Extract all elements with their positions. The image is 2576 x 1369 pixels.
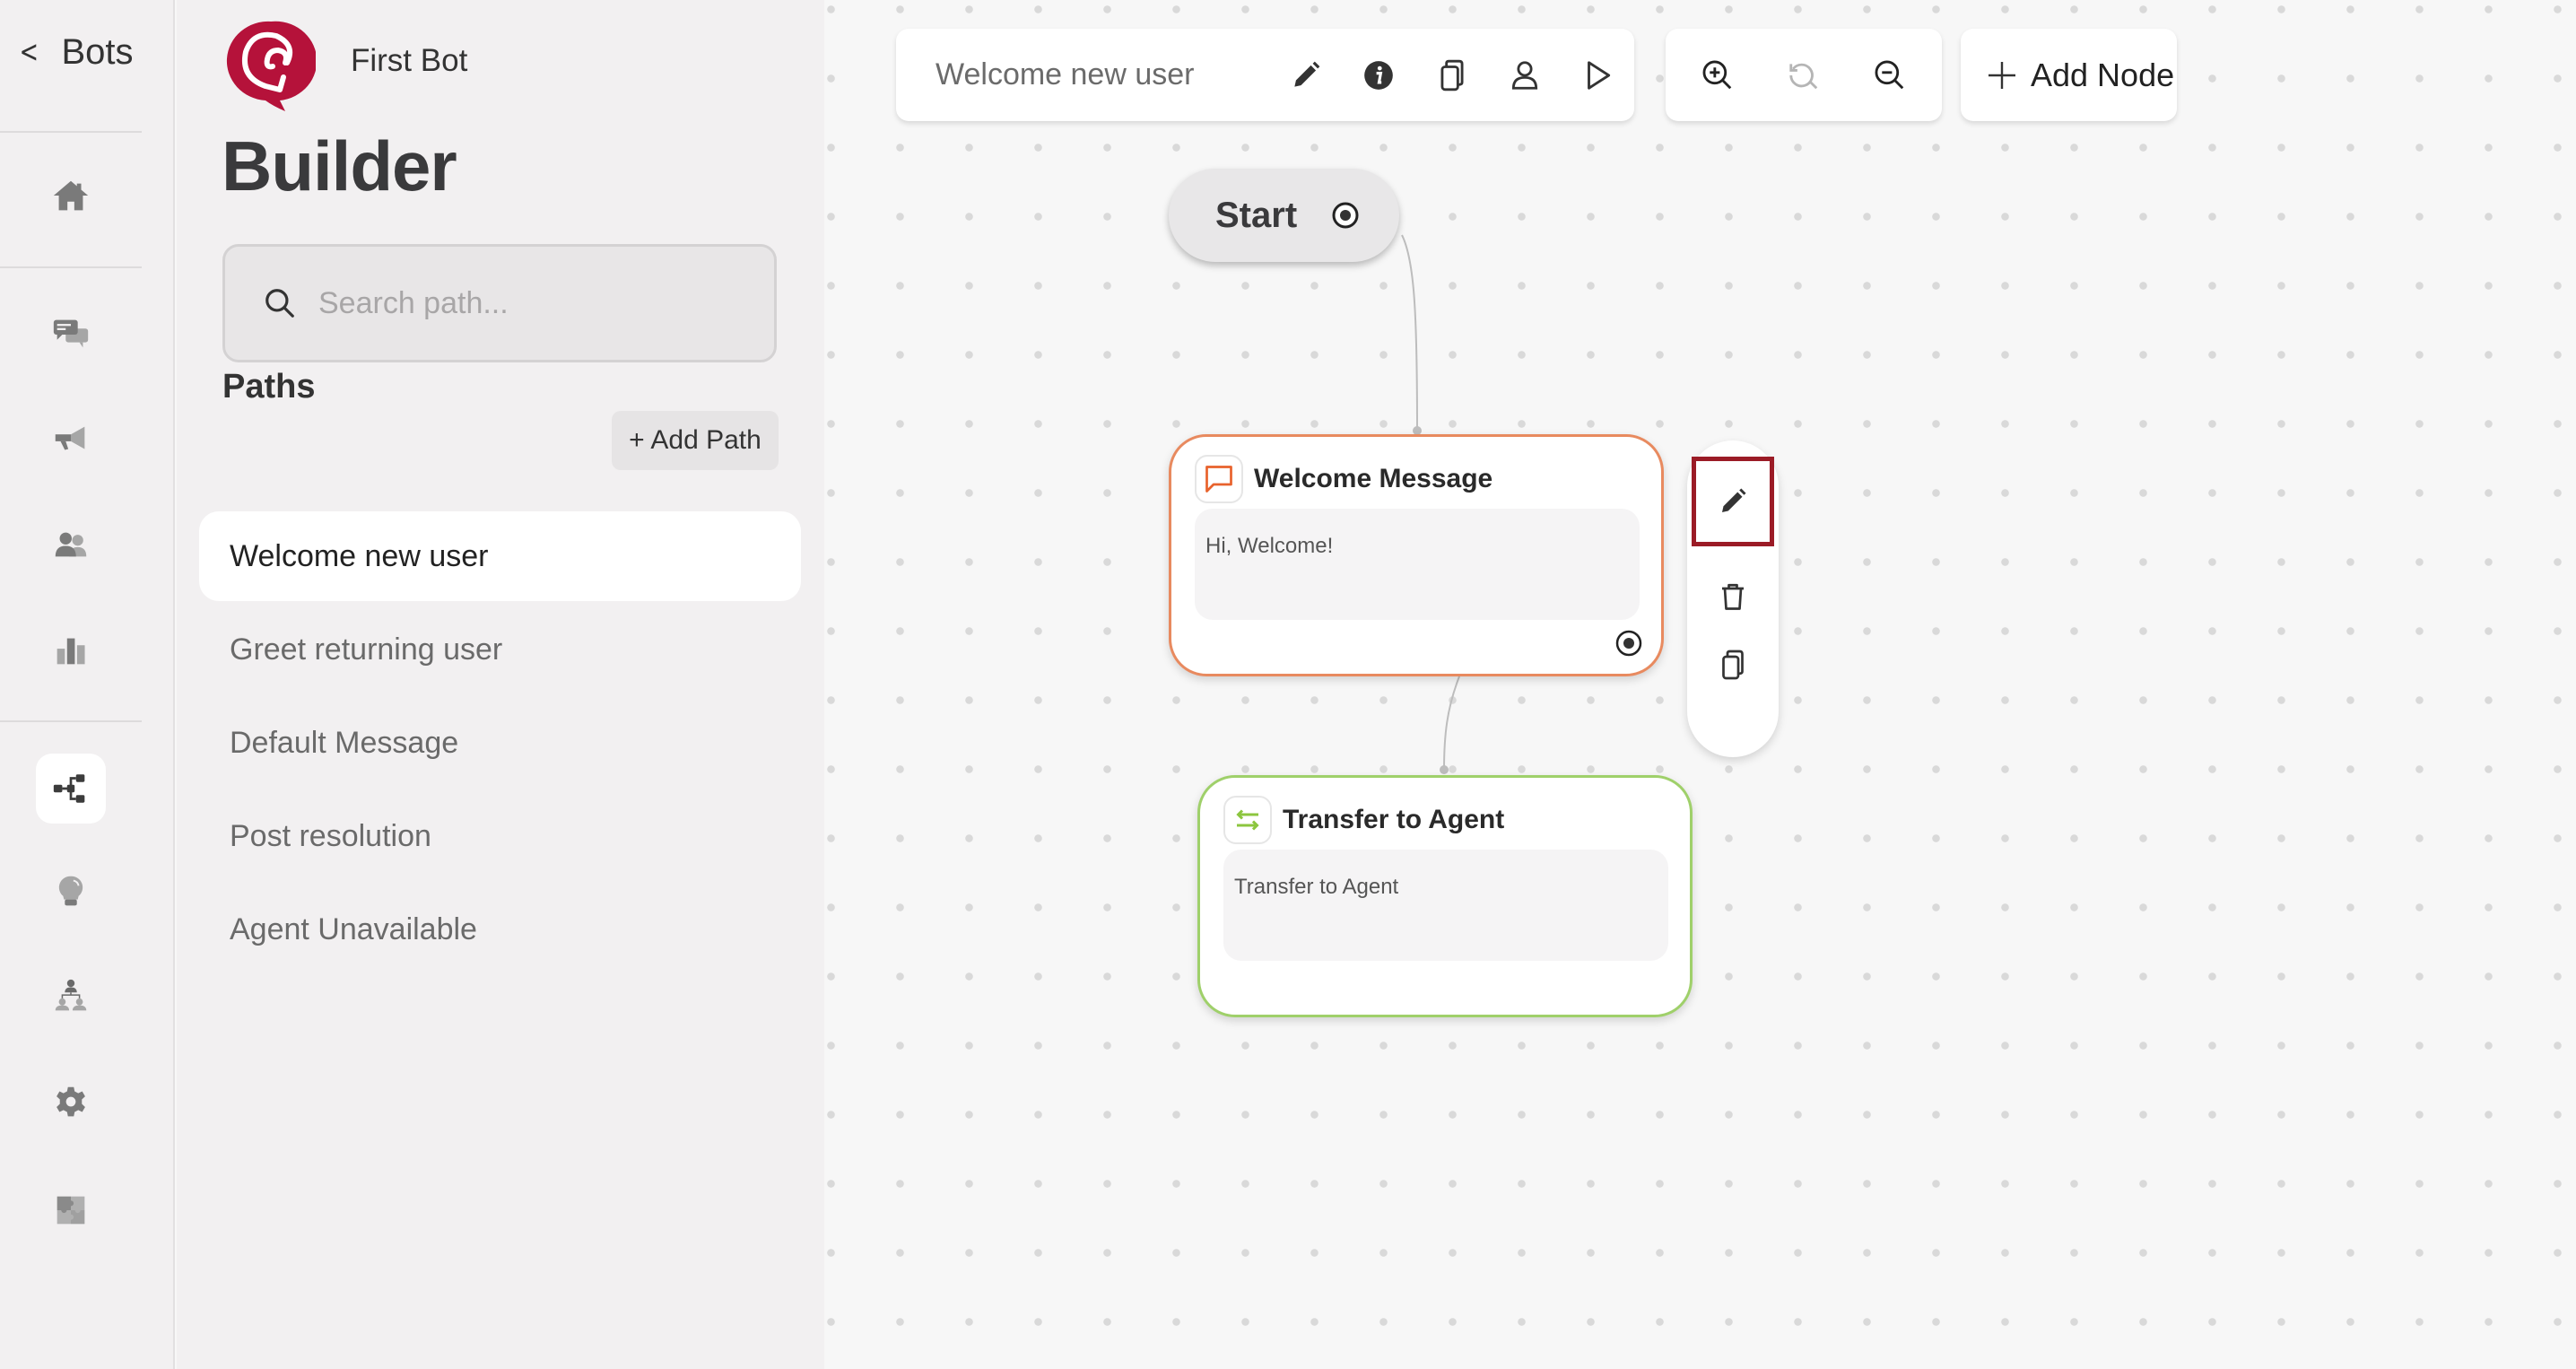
user-icon — [1511, 60, 1538, 90]
puzzle-icon — [57, 1196, 85, 1225]
zoom-out-button[interactable] — [1852, 38, 1928, 113]
users-icon — [55, 532, 87, 557]
path-item-greet-returning-user[interactable]: Greet returning user — [199, 605, 801, 694]
page-title: Builder — [222, 126, 457, 205]
zoom-in-icon — [1702, 60, 1732, 89]
duplicate-path-button[interactable] — [1415, 38, 1488, 113]
divider — [0, 266, 142, 268]
sidebar-item-agents[interactable] — [36, 962, 106, 1032]
test-user-button[interactable] — [1488, 38, 1561, 113]
chat-bubbles-icon — [53, 319, 89, 348]
info-button[interactable] — [1342, 38, 1414, 113]
sidebar-item-home[interactable] — [36, 161, 106, 231]
bot-name: First Bot — [351, 43, 468, 78]
trash-icon — [1722, 583, 1744, 610]
run-path-button[interactable] — [1562, 38, 1634, 113]
transfer-to-agent-node[interactable]: Transfer to Agent Transfer to Agent — [1197, 775, 1693, 1017]
divider — [0, 720, 142, 722]
path-item-default-message[interactable]: Default Message — [199, 698, 801, 788]
zoom-out-icon — [1875, 60, 1904, 89]
edit-node-button[interactable] — [1692, 457, 1774, 546]
path-item-post-resolution[interactable]: Post resolution — [199, 791, 801, 881]
start-node[interactable]: Start — [1169, 169, 1399, 262]
search-path-field[interactable] — [222, 244, 777, 362]
gear-icon — [57, 1086, 85, 1117]
node-title: Transfer to Agent — [1283, 805, 1505, 834]
info-icon — [1364, 60, 1393, 90]
flow-canvas[interactable]: Welcome new user Add Node Start Welcome … — [824, 0, 2576, 1369]
connector-welcome-to-transfer — [1443, 676, 1460, 771]
current-path-name: Welcome new user — [936, 57, 1195, 92]
search-path-input[interactable] — [318, 285, 749, 321]
path-item-agent-unavailable[interactable]: Agent Unavailable — [199, 885, 801, 974]
sidebar-item-analytics[interactable] — [36, 615, 106, 685]
chevron-left-icon: < — [19, 34, 39, 70]
sidebar-item-settings[interactable] — [36, 1068, 106, 1138]
add-path-button[interactable]: + Add Path — [612, 411, 779, 470]
connector-start-to-welcome — [1401, 234, 1418, 432]
home-icon — [53, 180, 89, 211]
sidebar-item-builder[interactable] — [36, 754, 106, 824]
path-item-welcome-new-user[interactable]: Welcome new user — [199, 511, 801, 601]
delete-node-button[interactable] — [1692, 561, 1774, 632]
sidebar-item-conversations[interactable] — [36, 299, 106, 369]
lightbulb-icon — [58, 876, 83, 906]
bar-chart-icon — [57, 638, 85, 665]
brand-logo — [226, 21, 316, 111]
add-node-button[interactable]: Add Node — [1961, 29, 2177, 121]
pencil-icon — [1722, 488, 1746, 512]
sidebar-item-knowledge[interactable] — [36, 857, 106, 927]
connector-endpoint — [1440, 765, 1449, 774]
welcome-message-node[interactable]: Welcome Message Hi, Welcome! — [1169, 434, 1664, 676]
plus-icon — [1989, 61, 2015, 89]
node-type-badge — [1223, 796, 1272, 844]
node-actions-menu — [1687, 440, 1779, 757]
message-bubble-icon — [1205, 466, 1232, 493]
back-to-bots-link[interactable]: < Bots — [16, 31, 134, 74]
flow-diagram-icon — [53, 774, 85, 803]
icon-sidebar: < Bots — [0, 0, 175, 1369]
sidebar-item-contacts[interactable] — [36, 510, 106, 580]
pencil-icon — [1294, 61, 1320, 87]
search-icon — [265, 289, 294, 318]
paths-heading: Paths — [222, 368, 316, 405]
zoom-toolbar — [1666, 29, 1942, 121]
node-type-badge — [1195, 455, 1243, 503]
zoom-in-button[interactable] — [1680, 38, 1755, 113]
back-label: Bots — [61, 31, 134, 72]
path-toolbar: Welcome new user — [896, 29, 1634, 121]
megaphone-icon — [55, 426, 85, 450]
sidebar-item-integrations[interactable] — [36, 1175, 106, 1245]
reset-zoom-icon — [1789, 63, 1818, 89]
start-label: Start — [1215, 195, 1298, 235]
node-message-preview: Hi, Welcome! — [1195, 509, 1640, 620]
node-message-preview: Transfer to Agent — [1223, 850, 1668, 961]
sidebar-item-campaigns[interactable] — [36, 404, 106, 474]
org-chart-icon — [55, 979, 87, 1011]
node-title: Welcome Message — [1254, 464, 1493, 493]
output-handle-icon[interactable] — [1331, 201, 1360, 230]
play-icon — [1588, 60, 1611, 90]
add-node-label: Add Node — [2031, 56, 2175, 93]
transfer-arrows-icon — [1236, 809, 1259, 831]
copy-icon — [1440, 59, 1464, 91]
output-handle-icon[interactable] — [1614, 629, 1643, 658]
paths-panel: First Bot Builder Paths + Add Path Welco… — [177, 0, 824, 1369]
duplicate-node-button[interactable] — [1692, 629, 1774, 701]
copy-icon — [1722, 650, 1744, 680]
edit-path-button[interactable] — [1269, 38, 1342, 113]
reset-zoom-button[interactable] — [1766, 38, 1841, 113]
divider — [0, 131, 142, 133]
